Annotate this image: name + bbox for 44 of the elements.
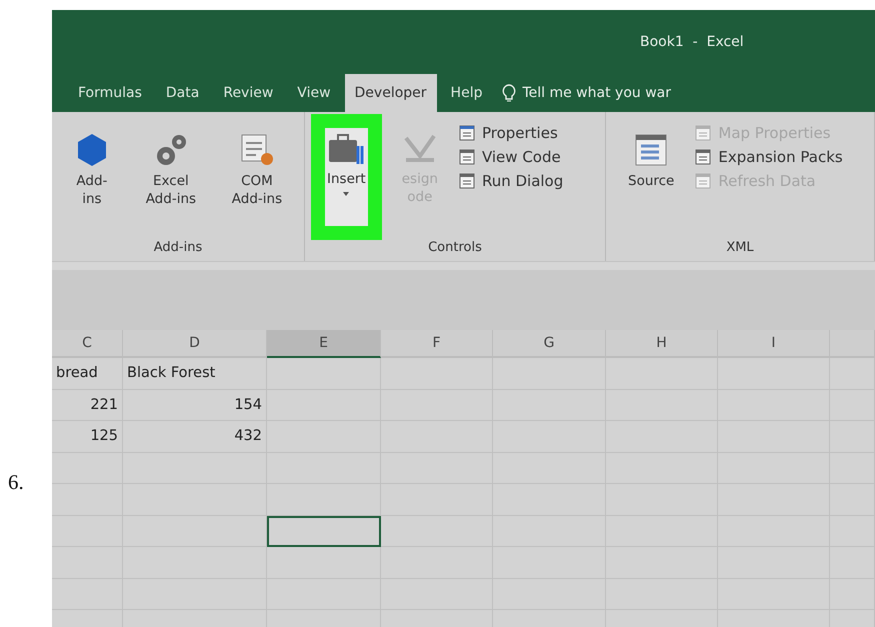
ribbon-button[interactable]: Source — [612, 114, 690, 240]
group-label: Add-ins — [154, 240, 202, 257]
properties-icon — [694, 124, 712, 142]
ribbon-command[interactable]: View Code — [458, 148, 564, 166]
ribbon-command[interactable]: Properties — [458, 124, 564, 142]
ribbon-tab[interactable]: View — [287, 74, 341, 112]
ribbon-tab[interactable]: Help — [440, 74, 492, 112]
table-cell — [52, 516, 123, 547]
column-header[interactable]: F — [381, 330, 493, 358]
ribbon-command[interactable]: Run Dialog — [458, 172, 564, 190]
dialog-icon — [458, 172, 476, 190]
ribbon-button[interactable]: Add- ins — [58, 114, 126, 240]
ribbon-button[interactable]: Insert — [311, 114, 382, 240]
column-header[interactable]: D — [123, 330, 267, 358]
ribbon-button[interactable]: Excel Add-ins — [130, 114, 212, 240]
ribbon-command[interactable]: Expansion Packs — [694, 148, 843, 166]
column-header[interactable]: I — [718, 330, 830, 358]
step-number: 6. — [8, 470, 24, 495]
ribbon-button[interactable]: COM Add-ins — [216, 114, 298, 240]
table-cell: 221 — [52, 390, 123, 421]
table-cell: 125 — [52, 421, 123, 452]
ribbon-tab[interactable]: Formulas — [68, 74, 152, 112]
table-cell: Black Forest — [123, 358, 267, 390]
window-title: Book1 - Excel — [640, 34, 744, 50]
refresh-data-icon — [694, 172, 712, 190]
column-header[interactable]: H — [606, 330, 718, 358]
table-cell: bread — [52, 358, 123, 390]
checklist-gear-icon — [238, 132, 275, 168]
view-code-icon — [458, 148, 476, 166]
ribbon-tab[interactable]: Review — [213, 74, 284, 112]
column-header[interactable]: C — [52, 330, 123, 358]
table-cell: 154 — [123, 390, 267, 421]
group-label: Controls — [428, 240, 482, 257]
ribbon-tab[interactable]: Developer — [344, 74, 437, 112]
table-cell: 432 — [123, 421, 267, 452]
column-header[interactable]: E — [267, 330, 381, 358]
lightbulb-icon — [502, 84, 516, 102]
toolbox-icon — [327, 132, 366, 166]
properties-icon — [458, 124, 476, 142]
group-label: XML — [726, 240, 754, 257]
ribbon-tab[interactable]: Data — [156, 74, 210, 112]
xml-source-icon — [633, 132, 670, 168]
tell-me-field[interactable]: Tell me what you war — [496, 74, 671, 112]
column-header[interactable]: G — [493, 330, 606, 358]
